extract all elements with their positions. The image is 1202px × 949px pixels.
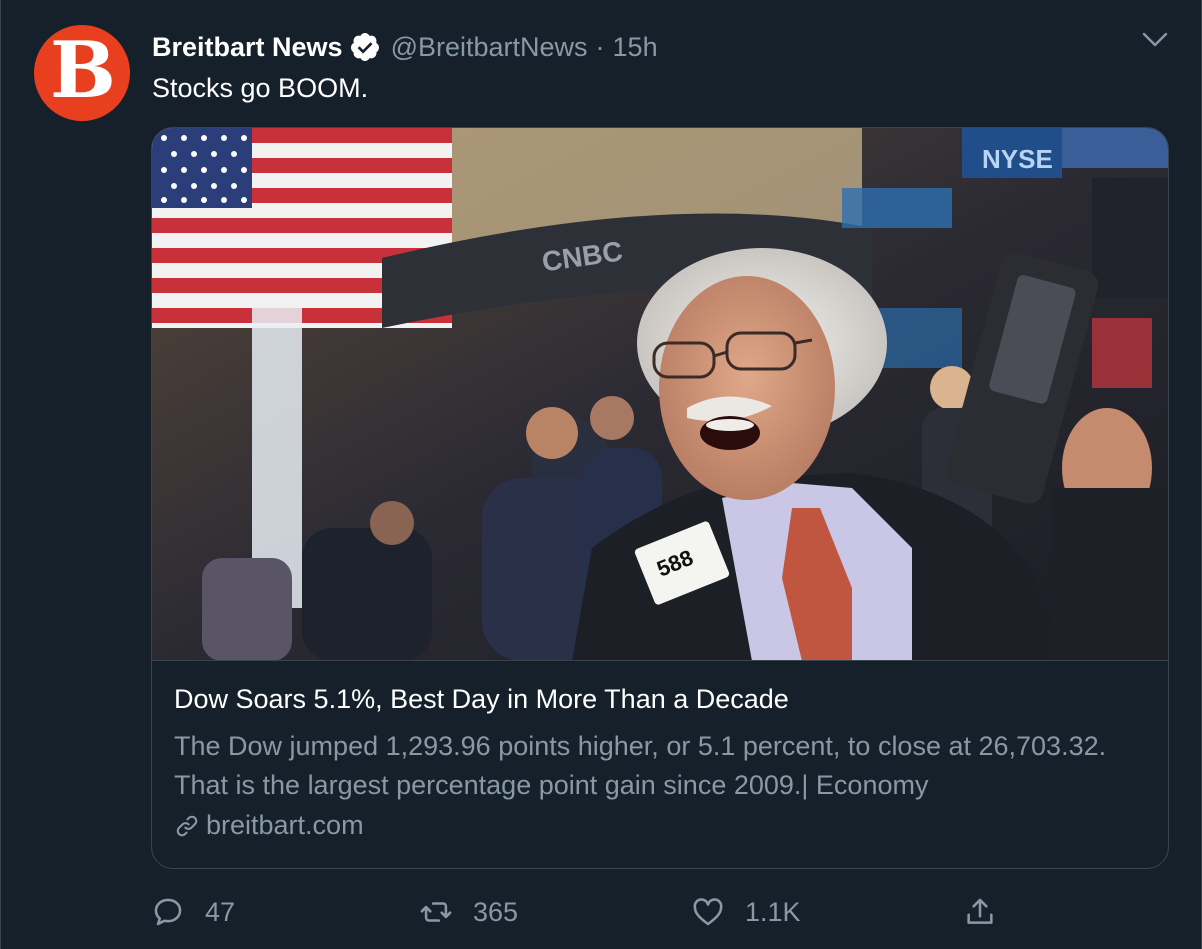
tweet-header: Breitbart News @BreitbartNews · 15h (152, 30, 658, 64)
tweet[interactable]: B Breitbart News @BreitbartNews · 15h St… (0, 0, 1202, 949)
author-name[interactable]: Breitbart News (152, 32, 343, 63)
share-button[interactable] (963, 892, 1017, 932)
share-icon (967, 898, 993, 924)
reply-icon (154, 898, 182, 926)
retweet-button[interactable]: 365 (419, 892, 518, 932)
separator-dot: · (595, 31, 605, 62)
author-handle[interactable]: @BreitbartNews (391, 32, 588, 63)
link-icon (176, 815, 198, 836)
timestamp[interactable]: 15h (613, 32, 658, 63)
trader-photo: CNBC NYSE 588 (152, 128, 1168, 660)
tweet-text: Stocks go BOOM. (152, 73, 369, 103)
card-domain-text: breitbart.com (206, 810, 364, 840)
like-icon (693, 898, 723, 926)
reply-button[interactable]: 47 (151, 892, 235, 932)
chevron-down-icon[interactable] (1141, 30, 1169, 50)
avatar-logo: B (50, 25, 116, 116)
like-count: 1.1K (745, 896, 801, 927)
retweet-count: 365 (473, 896, 519, 927)
photo-sign-nyse: NYSE (982, 144, 1053, 174)
card-domain[interactable]: breitbart.com (174, 810, 1148, 841)
card-description: The Dow jumped 1,293.96 points higher, o… (174, 731, 1107, 800)
avatar[interactable]: B (34, 25, 130, 121)
tweet-actions: 47 365 1.1K (151, 892, 1011, 932)
card-title[interactable]: Dow Soars 5.1%, Best Day in More Than a … (174, 684, 1148, 715)
card-body[interactable]: Dow Soars 5.1%, Best Day in More Than a … (174, 684, 1148, 841)
card-photo[interactable]: CNBC NYSE 588 (152, 128, 1168, 661)
like-button[interactable]: 1.1K (691, 892, 801, 932)
retweet-icon (420, 902, 452, 922)
reply-count: 47 (205, 896, 236, 927)
link-card[interactable]: CNBC NYSE 588 Dow Soars 5.1%, Best Day i… (151, 127, 1169, 869)
verified-badge-icon (350, 33, 379, 61)
